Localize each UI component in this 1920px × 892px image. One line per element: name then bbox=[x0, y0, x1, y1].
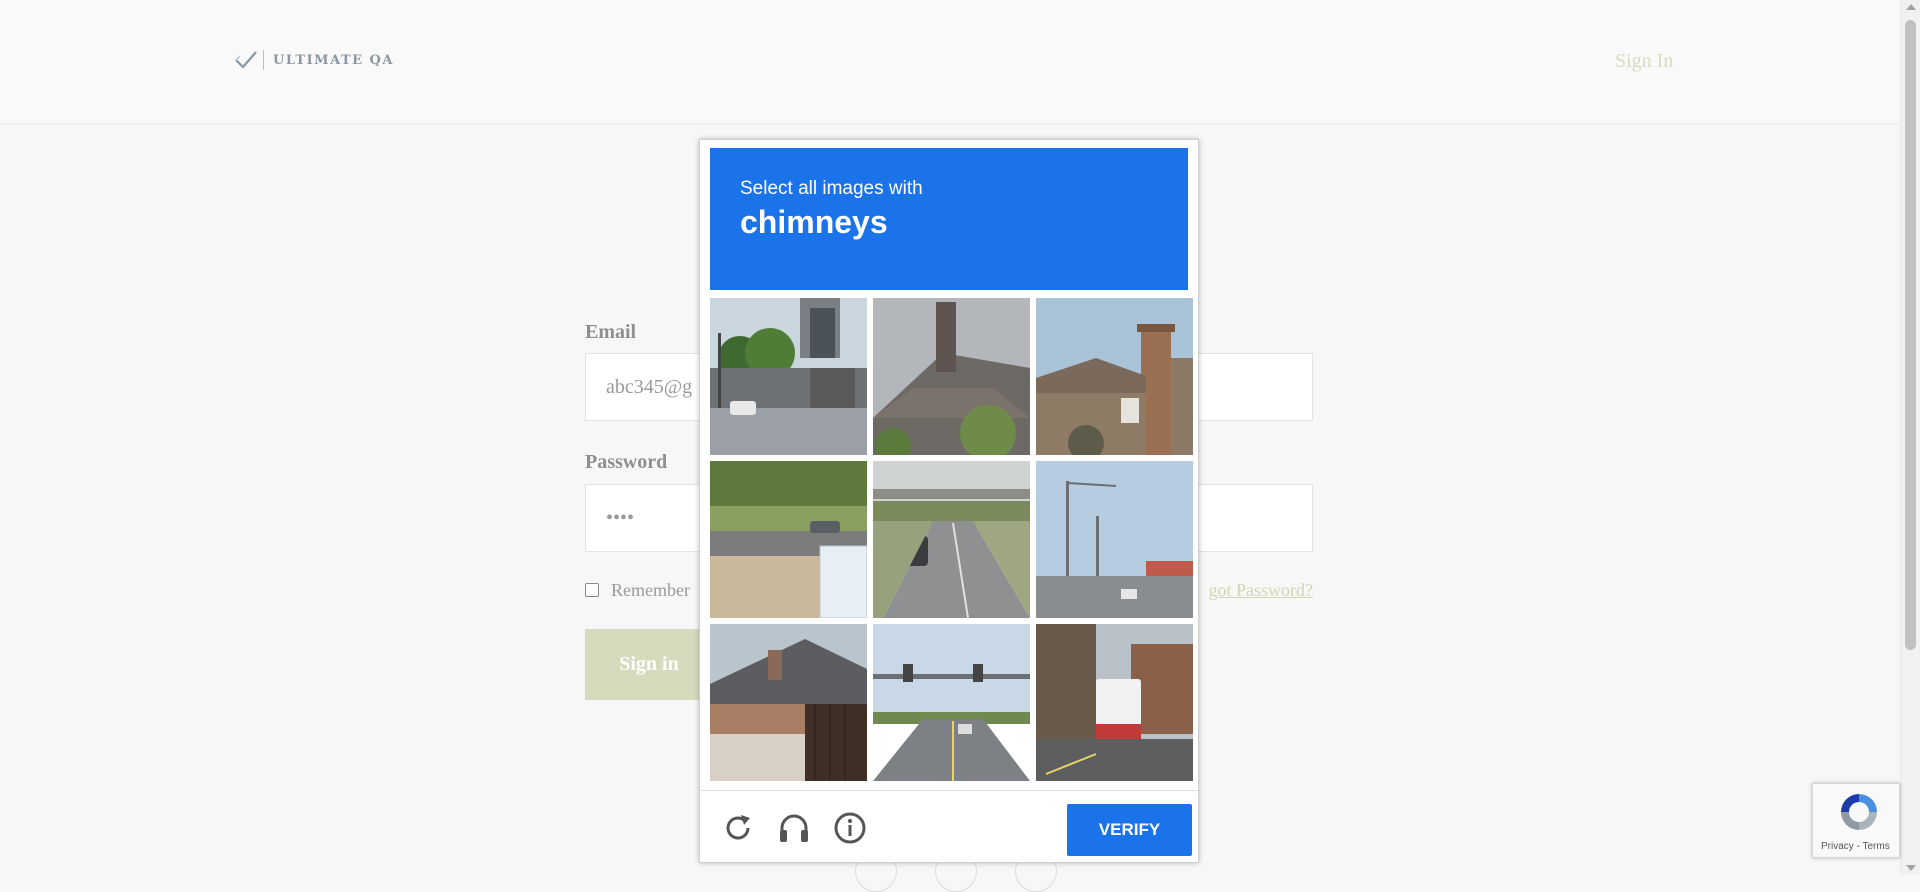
reload-icon[interactable] bbox=[720, 810, 756, 846]
captcha-tile[interactable] bbox=[873, 624, 1030, 781]
recaptcha-logo-icon bbox=[1841, 794, 1877, 830]
scroll-thumb[interactable] bbox=[1905, 20, 1916, 650]
page-scrollbar[interactable] bbox=[1900, 0, 1920, 875]
captcha-tile[interactable] bbox=[873, 461, 1030, 618]
captcha-tile[interactable] bbox=[710, 624, 867, 781]
tile-image bbox=[873, 624, 1030, 781]
remember-checkbox[interactable] bbox=[585, 583, 599, 597]
site-header: ULTIMATE QA Sign In bbox=[0, 0, 1900, 124]
captcha-image-grid bbox=[710, 298, 1193, 782]
audio-icon[interactable] bbox=[776, 810, 812, 846]
captcha-challenge: Select all images with chimneys VERIFY bbox=[699, 139, 1199, 863]
tile-image bbox=[873, 461, 1030, 618]
email-label: Email bbox=[585, 321, 637, 343]
signin-button[interactable]: Sign in bbox=[585, 629, 713, 700]
site-logo[interactable]: ULTIMATE QA bbox=[234, 48, 394, 72]
logo-text: ULTIMATE QA bbox=[273, 52, 394, 68]
challenge-prompt: Select all images with bbox=[740, 178, 923, 199]
logo-separator bbox=[263, 50, 264, 70]
checkmark-logo-icon bbox=[235, 51, 257, 69]
captcha-tile[interactable] bbox=[873, 298, 1030, 455]
scroll-down-icon[interactable] bbox=[1906, 865, 1916, 871]
captcha-tile[interactable] bbox=[710, 461, 867, 618]
tile-image bbox=[710, 298, 867, 455]
verify-button[interactable]: VERIFY bbox=[1067, 804, 1192, 856]
header-signin-link[interactable]: Sign In bbox=[1615, 50, 1673, 73]
password-label: Password bbox=[585, 451, 668, 473]
scroll-up-icon[interactable] bbox=[1906, 4, 1916, 10]
captcha-tile[interactable] bbox=[710, 298, 867, 455]
tile-image bbox=[873, 298, 1030, 455]
challenge-target: chimneys bbox=[740, 204, 888, 240]
challenge-header: Select all images with chimneys bbox=[710, 148, 1188, 290]
tile-image bbox=[710, 461, 867, 618]
tile-image bbox=[710, 624, 867, 781]
tile-image bbox=[1036, 461, 1193, 618]
remember-label: Remember bbox=[611, 580, 690, 600]
recaptcha-badge[interactable]: Privacy - Terms bbox=[1812, 783, 1900, 858]
captcha-tile[interactable] bbox=[1036, 298, 1193, 455]
info-icon[interactable] bbox=[832, 810, 868, 846]
captcha-tile[interactable] bbox=[1036, 624, 1193, 781]
recaptcha-terms[interactable]: Privacy - Terms bbox=[1821, 841, 1890, 852]
challenge-footer: VERIFY bbox=[700, 790, 1198, 864]
tile-image bbox=[1036, 298, 1193, 455]
captcha-tile[interactable] bbox=[1036, 461, 1193, 618]
tile-image bbox=[1036, 624, 1193, 781]
